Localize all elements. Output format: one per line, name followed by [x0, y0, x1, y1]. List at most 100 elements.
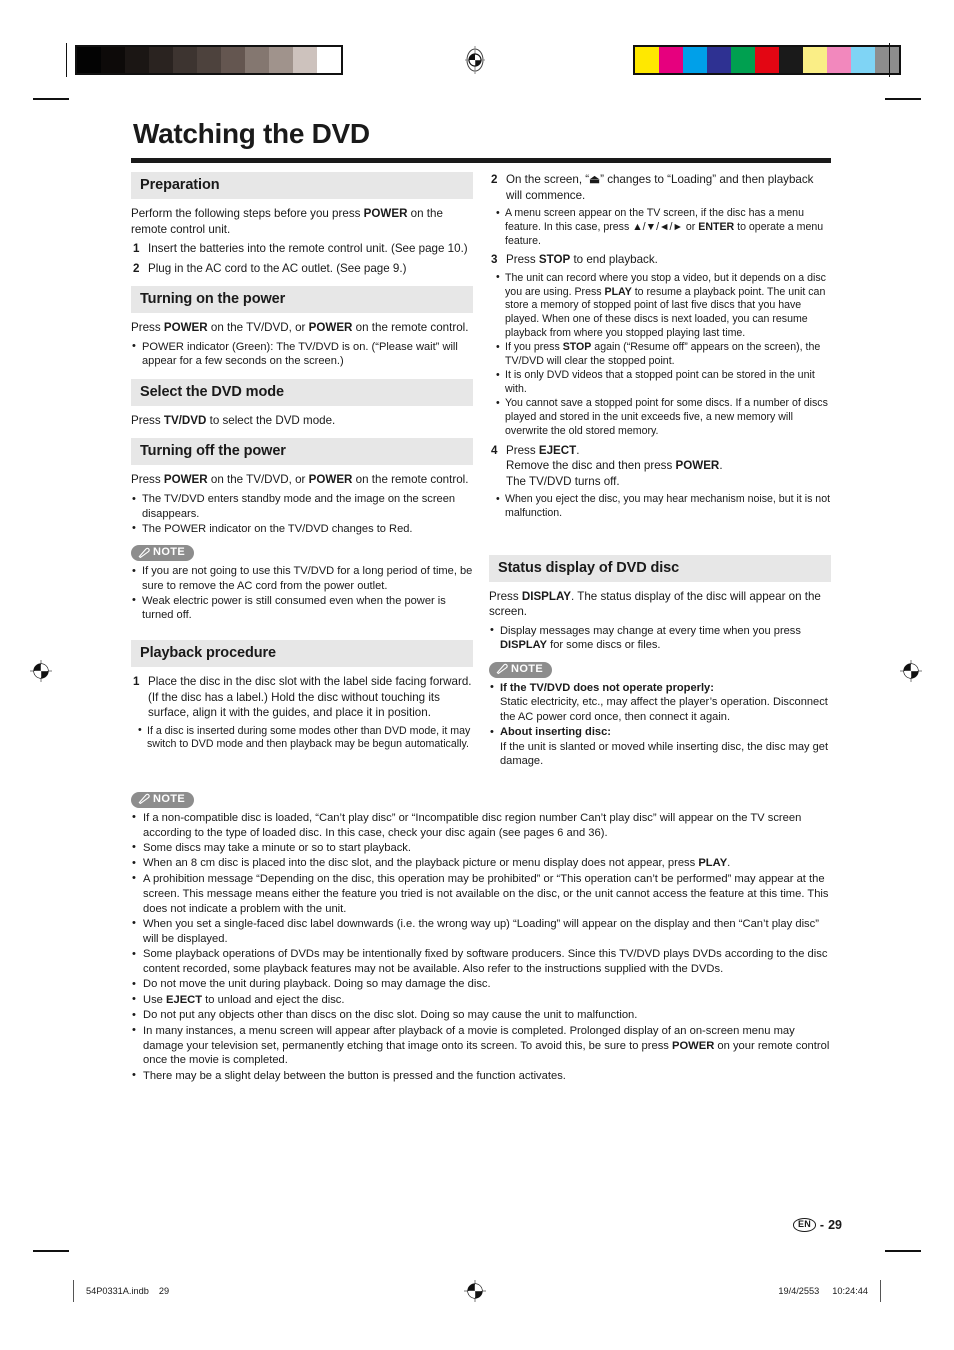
print-control-strip — [0, 43, 954, 85]
txt-bold: POWER — [672, 1039, 715, 1052]
txt-bold: POWER — [163, 321, 208, 335]
color-swatch — [659, 47, 683, 73]
preparation-step-2: 2 Plug in the AC cord to the AC outlet. … — [131, 261, 473, 277]
page-title: Watching the DVD — [133, 118, 370, 149]
locale-badge: EN — [793, 1218, 816, 1232]
page-content: Watching the DVD Preparation Perform the… — [131, 118, 831, 1088]
grayscale-swatch — [317, 47, 341, 73]
crop-mark-bottom-right-h — [885, 1250, 921, 1252]
list-item: About inserting disc:If the unit is slan… — [489, 725, 831, 769]
section-header-select-the-dvd-mode: Select the DVD mode — [131, 378, 473, 406]
txt-bold: DISPLAY — [500, 639, 548, 652]
txt: Use — [143, 993, 167, 1006]
txt-bold: POWER — [163, 473, 208, 487]
txt: A prohibition message “Depending on the … — [143, 872, 829, 915]
step-text: Place the disc in the disc slot with the… — [148, 675, 472, 720]
grayscale-bar — [75, 45, 343, 75]
color-swatch — [683, 47, 707, 73]
crop-mark-top-left-h — [33, 98, 69, 100]
registration-target-top — [464, 45, 486, 75]
list-item: When you set a single-faced disc label d… — [131, 916, 831, 947]
note-label: NOTE — [153, 546, 186, 559]
footer-filename: 54P0331A.indb — [86, 1286, 149, 1296]
preparation-intro-a: Perform the following steps before you p… — [131, 207, 364, 220]
eject-icon: ⏏ — [589, 173, 601, 186]
step-number: 1 — [133, 242, 140, 256]
note-label: NOTE — [511, 663, 544, 676]
txt-bold: STOP — [562, 341, 592, 354]
status-display-bullets: Display messages may change at every tim… — [489, 623, 831, 653]
txt: on the TV/DVD, or — [207, 321, 309, 335]
grayscale-swatch — [245, 47, 269, 73]
txt-bold: STOP — [538, 253, 571, 267]
txt: Press — [131, 321, 164, 335]
txt-bold: PLAY — [604, 285, 632, 298]
grayscale-swatch — [125, 47, 149, 73]
txt: Press — [489, 589, 522, 603]
txt-bold: ENTER — [698, 220, 735, 233]
txt-bold: DISPLAY — [521, 589, 572, 603]
preparation-intro: Perform the following steps before you p… — [131, 206, 473, 237]
txt: Some discs may take a minute or so to st… — [143, 841, 411, 854]
color-swatch — [875, 47, 899, 73]
step-number: 2 — [491, 173, 498, 186]
footer-file-page: 29 — [158, 1286, 170, 1296]
list-item: A prohibition message “Depending on the … — [131, 871, 831, 917]
preparation-intro-bold: POWER — [363, 207, 408, 220]
note-label: NOTE — [153, 793, 186, 806]
list-item: In many instances, a menu screen will ap… — [131, 1023, 831, 1069]
color-swatch — [635, 47, 659, 73]
list-item: Some playback operations of DVDs may be … — [131, 947, 831, 977]
list-item: When an 8 cm disc is placed into the dis… — [131, 856, 831, 871]
list-item: Display messages may change at every tim… — [489, 623, 831, 653]
trim-tick-left — [66, 43, 67, 77]
title-rule — [131, 158, 831, 163]
list-item: Do not put any objects other than discs … — [131, 1008, 831, 1023]
section-header-status-display-of-dvd-disc: Status display of DVD disc — [489, 554, 831, 582]
color-swatch — [803, 47, 827, 73]
step-number: 2 — [133, 261, 140, 275]
step-number: 3 — [491, 253, 498, 267]
list-item: If a disc is inserted during some modes … — [137, 724, 473, 753]
txt: for some discs or files. — [547, 639, 661, 652]
footer-date: 19/4/2553 — [778, 1286, 820, 1296]
txt: If a non-compatible disc is loaded, “Can… — [143, 811, 802, 839]
color-swatch — [707, 47, 731, 73]
txt-bold: POWER — [308, 321, 353, 335]
txt-bold: EJECT — [538, 443, 577, 457]
txt: Remove the disc and then press — [506, 459, 676, 473]
list-item: If the TV/DVD does not operate properly:… — [489, 680, 831, 725]
txt: Some playback operations of DVDs may be … — [143, 948, 828, 976]
step-text: Press STOP to end playback. — [506, 252, 831, 268]
note-item-title: About inserting disc: — [500, 726, 611, 739]
color-swatch — [755, 47, 779, 73]
section-header-playback-procedure: Playback procedure — [131, 640, 473, 668]
list-item: There may be a slight delay between the … — [131, 1068, 831, 1084]
list-item: Use EJECT to unload and eject the disc. — [131, 992, 831, 1008]
step-text: Press EJECT. Remove the disc and then pr… — [506, 443, 831, 490]
note-2-bullets: If the TV/DVD does not operate properly:… — [489, 680, 831, 769]
note-badge-left: NOTE — [131, 545, 195, 562]
list-item: POWER indicator (Green): The TV/DVD is o… — [131, 339, 473, 369]
txt: Display messages may change at every tim… — [500, 624, 801, 637]
txt: . — [727, 857, 731, 870]
grayscale-swatch — [149, 47, 173, 73]
grayscale-swatch — [293, 47, 317, 73]
pencil-icon — [137, 547, 150, 559]
txt: There may be a slight delay between the … — [143, 1069, 566, 1082]
txt: to end playback. — [570, 253, 658, 267]
playback-step-3: 3 Press STOP to end playback. — [489, 252, 831, 268]
playback-step-2-bullets: A menu screen appear on the TV screen, i… — [495, 207, 831, 248]
bottom-note-section: NOTE If a non-compatible disc is loaded,… — [131, 787, 831, 1084]
list-item: Some discs may take a minute or so to st… — [131, 840, 831, 856]
grayscale-swatch — [221, 47, 245, 73]
section-header-preparation: Preparation — [131, 172, 473, 199]
step-text: Plug in the AC cord to the AC outlet. (S… — [148, 261, 407, 275]
bottom-note-bullets: If a non-compatible disc is loaded, “Can… — [131, 810, 831, 1084]
turning-off-body: Press POWER on the TV/DVD, or POWER on t… — [131, 472, 473, 488]
color-swatch — [827, 47, 851, 73]
step-number: 1 — [133, 675, 140, 689]
footer-right: 19/4/2553 10:24:44 — [778, 1286, 868, 1296]
note-badge-bottom: NOTE — [131, 792, 195, 808]
